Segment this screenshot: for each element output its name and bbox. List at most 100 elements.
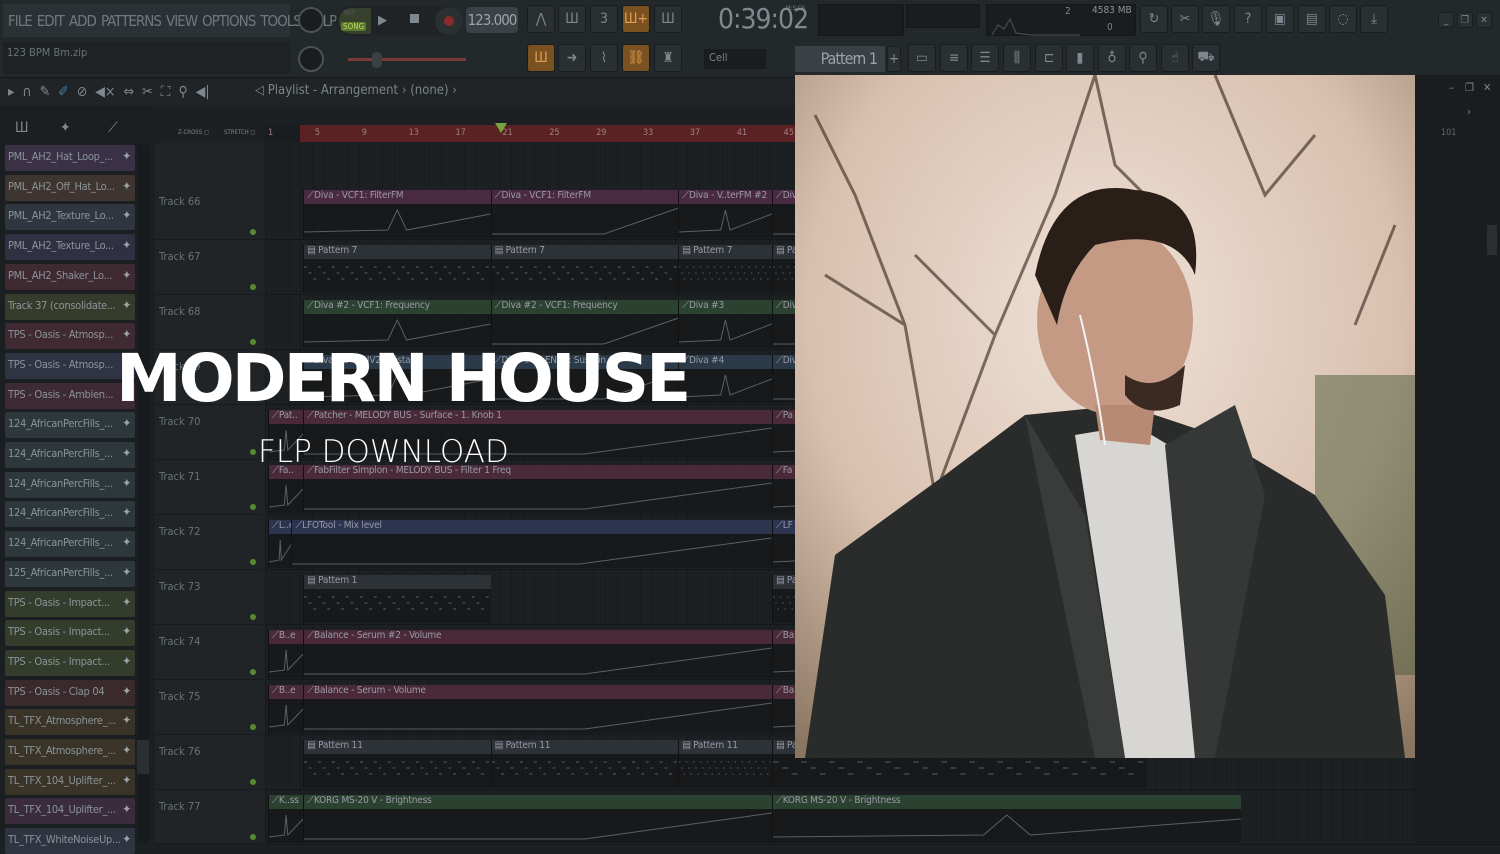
save-icon[interactable]: ▣ <box>1266 5 1294 33</box>
playlist-window-icon[interactable]: ▭ <box>908 44 936 72</box>
automation-clip[interactable]: ⟋Diva - VCF1: FilterFM <box>490 190 679 238</box>
track-header[interactable]: Track 73 <box>155 570 262 625</box>
channel-item[interactable]: PML_AH2_Hat_Loop_... ✦ <box>5 145 135 171</box>
cut-icon[interactable]: ✂ <box>1171 5 1199 33</box>
tempo-display[interactable]: 123.000 <box>466 7 518 33</box>
stamp-icon[interactable]: ♜ <box>654 44 682 72</box>
project-icon[interactable]: ▮ <box>1066 44 1094 72</box>
z-cross-toggle[interactable]: Z-CROSS ▢ <box>178 129 209 136</box>
automation-clip[interactable]: ⟋Balance - Serum #2 - Volume <box>303 630 772 678</box>
pattern-clip[interactable]: ▤ Pattern 11 <box>490 740 679 788</box>
audio-picker-icon[interactable]: ✦ <box>60 120 71 136</box>
automation-clip[interactable]: ⟋B..e <box>268 630 304 678</box>
export-icon[interactable]: ▤ <box>1298 5 1326 33</box>
channel-item[interactable]: 124_AfricanPercFills_... ✦ <box>5 442 135 468</box>
scrollbar-thumb[interactable] <box>137 740 149 774</box>
track-enable-led[interactable] <box>250 504 256 510</box>
pattern-clip[interactable]: ▤ Pattern 7 <box>678 245 772 293</box>
touch-icon[interactable]: ☝ <box>1161 44 1189 72</box>
channel-item[interactable]: Track 37 (consolidate... ✦ <box>5 293 135 320</box>
channel-item[interactable]: TPS - Oasis - Impact... ✦ <box>5 590 135 617</box>
master-slider-handle[interactable] <box>372 52 382 68</box>
automation-clip[interactable]: ⟋FabFilter Simplon - MELODY BUS - Filter… <box>303 465 772 513</box>
menu-arrow-icon[interactable]: ▸ <box>8 84 14 100</box>
channel-item[interactable]: TL_TFX_104_Uplifter_... ✦ <box>5 798 135 825</box>
window-minimize-icon[interactable]: – <box>1449 81 1454 94</box>
channel-item[interactable]: TPS - Oasis - Impact... ✦ <box>5 620 135 647</box>
channel-item[interactable]: TL_TFX_WhiteNoiseUp... ✦ <box>5 828 135 854</box>
loop-record-icon[interactable]: Ш <box>654 5 682 33</box>
playhead-marker[interactable] <box>495 123 507 133</box>
automation-clip[interactable]: ⟋Diva #3 <box>678 300 772 348</box>
countdown-icon[interactable]: 3 <box>590 5 618 33</box>
stop-button[interactable] <box>410 14 419 23</box>
slip-icon[interactable]: ⇔ <box>124 84 135 100</box>
channel-item[interactable]: PML_AH2_Texture_Lo... ✦ <box>5 204 135 231</box>
slide-icon[interactable]: ⌇ <box>590 44 618 72</box>
automation-clip[interactable]: ⟋KORG MS-20 V - Brightness <box>771 795 1241 843</box>
delete-icon[interactable]: ⊘ <box>77 84 88 100</box>
track-lane[interactable]: ⟋K..ss ⟋KORG MS-20 V - Brightness ⟋KORG MS… <box>265 790 1500 845</box>
menu-tools[interactable]: TOOLS <box>260 12 302 30</box>
track-header[interactable]: Track 66 <box>155 185 262 240</box>
arrow-icon[interactable]: ➜ <box>558 44 586 72</box>
channel-item[interactable]: 125_AfricanPercFills_... ✦ <box>5 560 135 587</box>
picker-scrollbar[interactable] <box>137 145 149 843</box>
track-enable-led[interactable] <box>250 724 256 730</box>
overdub-icon[interactable]: Ш+ <box>622 5 650 33</box>
select-icon[interactable]: ⛶ <box>161 84 171 100</box>
track-enable-led[interactable] <box>250 614 256 620</box>
automation-clip[interactable]: ⟋L..el <box>268 520 292 568</box>
track-enable-led[interactable] <box>250 779 256 785</box>
master-pitch-knob[interactable] <box>298 46 324 72</box>
pattern-clip[interactable]: ▤ Pattern 7 <box>303 245 491 293</box>
pattern-clip[interactable]: ▤ Pattern 7 <box>490 245 679 293</box>
track-enable-led[interactable] <box>250 669 256 675</box>
menu-view[interactable]: VIEW <box>166 12 198 30</box>
channel-item[interactable]: 124_AfricanPercFills_... ✦ <box>5 531 135 558</box>
pencil-icon[interactable]: ✎ <box>40 84 51 100</box>
track-header[interactable]: Track 74 <box>155 625 262 680</box>
channel-item[interactable]: TL_TFX_Atmosphere_... ✦ <box>5 709 135 736</box>
automation-clip[interactable]: ⟋LFOTool - Mix level <box>291 520 772 568</box>
slice-icon[interactable]: ✂ <box>142 84 153 100</box>
add-pattern-button[interactable]: + <box>887 46 901 72</box>
channel-item[interactable]: TL_TFX_104_Uplifter_... ✦ <box>5 768 135 795</box>
channel-item[interactable]: 124_AfricanPercFills_... ✦ <box>5 471 135 498</box>
link-icon[interactable]: ⛓ <box>622 44 650 72</box>
pattern-selector[interactable]: Pattern 1 <box>795 46 885 72</box>
playback-icon[interactable]: ◀| <box>196 84 210 100</box>
channel-rack-icon[interactable]: ☰ <box>971 44 999 72</box>
track-header[interactable]: Track 75 <box>155 680 262 735</box>
zoom-icon[interactable]: ⚲ <box>178 84 187 100</box>
automation-clip[interactable]: ⟋Diva - VCF1: FilterFM <box>303 190 491 238</box>
playlist-icon[interactable]: Ш <box>527 44 555 72</box>
menu-edit[interactable]: EDIT <box>37 12 65 30</box>
automation-picker-icon[interactable]: ⟋ <box>108 120 118 136</box>
brush-icon[interactable]: ✐ <box>58 84 69 100</box>
automation-clip[interactable]: ⟋K..ss <box>268 795 304 843</box>
chat-icon[interactable]: ◌ <box>1329 5 1357 33</box>
channel-item[interactable]: TPS - Oasis - Impact... ✦ <box>5 649 135 676</box>
automation-clip[interactable]: ⟋Diva #4 <box>678 355 772 403</box>
browser-icon[interactable]: ⊏ <box>1035 44 1063 72</box>
channel-item[interactable]: TL_TFX_Atmosphere_... ✦ <box>5 739 135 765</box>
track-header[interactable]: Track 76 <box>155 735 262 790</box>
shop-icon[interactable]: ⛟ <box>1192 44 1220 72</box>
pattern-clip[interactable]: ▤ Pattern 11 <box>678 740 772 788</box>
menu-options[interactable]: OPTIONS <box>202 12 256 30</box>
patterns-picker-icon[interactable]: Ш <box>15 120 28 136</box>
track-header[interactable]: Track 72 <box>155 515 262 570</box>
track-header[interactable]: Track 67 <box>155 240 262 295</box>
wait-for-input-icon[interactable]: Ш <box>558 5 586 33</box>
track-header[interactable]: Track 71 <box>155 460 262 515</box>
automation-clip[interactable]: ⟋KORG MS-20 V - Brightness <box>303 795 772 843</box>
master-volume-knob[interactable] <box>298 7 324 33</box>
menu-file[interactable]: FILE <box>8 12 33 30</box>
pattern-clip[interactable]: ▤ Pattern 1 <box>303 575 491 623</box>
tutorial-icon[interactable]: ⚲ <box>1129 44 1157 72</box>
loop-region[interactable] <box>300 125 795 142</box>
master-slider[interactable] <box>348 58 466 61</box>
menu-patterns[interactable]: PATTERNS <box>101 12 162 30</box>
window-maximize-icon[interactable]: ❐ <box>1465 81 1474 94</box>
